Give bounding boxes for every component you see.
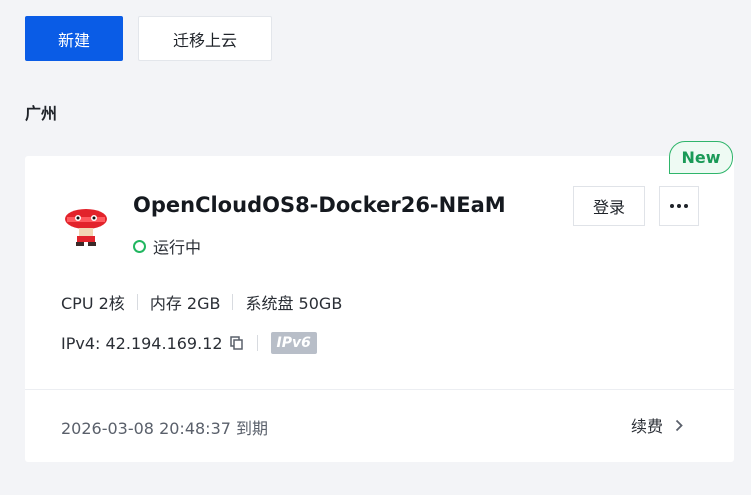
region-title: 广州 [25,104,58,123]
card-divider [25,389,734,390]
ip-divider [256,335,258,351]
instance-name[interactable]: OpenCloudOS8-Docker26-NEaM [133,193,506,217]
spec-divider [232,294,234,310]
new-button[interactable]: 新建 [25,16,123,61]
renew-link[interactable]: 续费 [631,413,683,437]
ip-row: IPv4: 42.194.169.12 IPv6 [61,332,317,354]
renew-label: 续费 [631,417,664,436]
disk-spec: 系统盘 50GB [245,294,343,313]
instance-specs: CPU 2核 内存 2GB 系统盘 50GB [61,290,342,314]
copy-icon[interactable] [229,336,243,350]
ipv4-address: IPv4: 42.194.169.12 [61,333,223,353]
expire-time: 2026-03-08 20:48:37 到期 [61,419,269,438]
memory-spec: 内存 2GB [149,294,221,313]
migrate-to-cloud-button[interactable]: 迁移上云 [138,16,272,61]
status-running-icon [133,239,146,253]
login-button[interactable]: 登录 [573,186,645,226]
instance-avatar-icon [65,209,107,246]
cpu-spec: CPU 2核 [61,294,125,313]
new-badge: New [669,141,733,174]
instance-status: 运行中 [133,234,201,258]
status-label: 运行中 [153,238,202,257]
chevron-right-icon [675,419,683,431]
instance-card: OpenCloudOS8-Docker26-NEaM 运行中 登录 CPU 2核… [25,156,734,462]
spec-divider [136,294,138,310]
more-dots-icon [670,204,688,208]
more-button[interactable] [659,186,699,226]
ipv6-tag: IPv6 [270,332,317,354]
